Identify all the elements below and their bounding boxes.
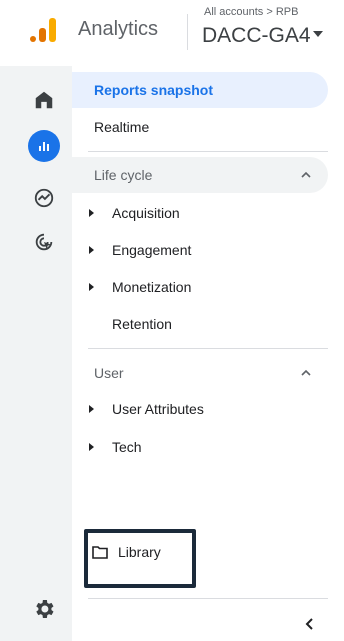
nav-label: Retention — [112, 316, 172, 332]
nav-acquisition[interactable]: Acquisition — [72, 195, 328, 231]
chevron-up-icon — [301, 369, 311, 376]
nav-retention[interactable]: Retention — [72, 306, 328, 342]
expand-arrow-icon — [89, 443, 94, 451]
reports-icon[interactable] — [28, 130, 60, 162]
app-header: Analytics All accounts > RPB DACC-GA4 — [0, 0, 344, 66]
account-name: DACC-GA4 — [202, 24, 311, 47]
home-icon[interactable] — [30, 86, 58, 114]
logo-bar-small — [30, 36, 36, 42]
dropdown-caret-icon — [312, 31, 323, 38]
nav-label: Library — [118, 544, 161, 560]
logo-bar-medium — [39, 28, 46, 42]
advertising-icon[interactable] — [30, 228, 58, 256]
chevron-left-icon — [305, 618, 313, 630]
nav-divider — [88, 151, 328, 152]
nav-label: Tech — [112, 439, 142, 455]
expand-arrow-icon — [89, 283, 94, 291]
section-label: Life cycle — [94, 167, 153, 183]
nav-reports-snapshot[interactable]: Reports snapshot — [72, 72, 328, 108]
app-name[interactable]: Analytics — [78, 18, 158, 41]
nav-divider — [88, 598, 328, 599]
expand-arrow-icon — [89, 209, 94, 217]
section-label: User — [94, 365, 124, 381]
account-breadcrumb[interactable]: All accounts > RPB — [204, 6, 298, 18]
nav-user-attributes[interactable]: User Attributes — [72, 391, 328, 427]
analytics-logo-icon[interactable] — [30, 18, 58, 44]
gear-icon[interactable] — [32, 597, 56, 621]
expand-arrow-icon — [89, 246, 94, 254]
account-selector[interactable]: DACC-GA4 — [202, 24, 323, 48]
header-divider — [187, 14, 188, 50]
nav-monetization[interactable]: Monetization — [72, 269, 328, 305]
collapse-nav-button[interactable] — [298, 612, 322, 636]
explore-icon[interactable] — [30, 184, 58, 212]
nav-label: Engagement — [112, 242, 192, 258]
chevron-up-icon — [301, 171, 311, 178]
folder-icon — [92, 546, 108, 559]
reports-nav-panel: Reports snapshot Realtime Life cycle Acq… — [72, 66, 344, 641]
nav-tech[interactable]: Tech — [72, 429, 328, 465]
section-life-cycle[interactable]: Life cycle — [72, 157, 328, 193]
nav-label: Reports snapshot — [94, 82, 214, 98]
expand-arrow-icon — [89, 405, 94, 413]
logo-bar-large — [49, 18, 56, 42]
nav-divider — [88, 348, 328, 349]
nav-label: Acquisition — [112, 205, 180, 221]
nav-label: User Attributes — [112, 401, 204, 417]
nav-realtime[interactable]: Realtime — [72, 109, 328, 145]
nav-label: Monetization — [112, 279, 192, 295]
nav-library[interactable]: Library — [92, 544, 161, 560]
section-user[interactable]: User — [72, 355, 328, 391]
nav-engagement[interactable]: Engagement — [72, 232, 328, 268]
nav-label: Realtime — [94, 119, 150, 135]
